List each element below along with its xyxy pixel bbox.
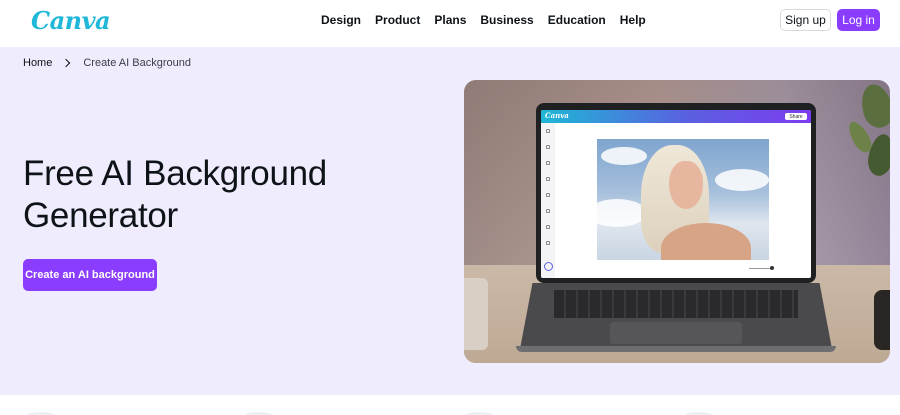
canva-logo[interactable]: Canva (31, 6, 111, 35)
woman-portrait-photo (597, 139, 769, 260)
nav-item-education[interactable]: Education (548, 13, 606, 27)
editor-side-toolbar (541, 123, 555, 278)
tool-icon (546, 241, 550, 245)
nav-item-product[interactable]: Product (375, 13, 420, 27)
tool-icon (546, 209, 550, 213)
chevron-right-icon (62, 58, 71, 68)
laptop-screen: Canva Share (541, 110, 811, 278)
main-nav: Design Product Plans Business Education … (321, 13, 646, 27)
cloud (601, 147, 647, 165)
editor-logo: Canva (545, 111, 569, 120)
tool-icon (546, 129, 550, 133)
laptop-trackpad (610, 322, 742, 344)
editor-top-bar: Canva Share (541, 110, 811, 123)
bottle (874, 290, 890, 350)
editor-share-button: Share (785, 113, 807, 120)
sign-up-button[interactable]: Sign up (780, 9, 831, 31)
create-ai-background-button[interactable]: Create an AI background (23, 259, 157, 291)
tool-icon (546, 225, 550, 229)
nav-item-design[interactable]: Design (321, 13, 361, 27)
tool-icon (546, 177, 550, 181)
nav-item-business[interactable]: Business (480, 13, 533, 27)
hero-section: Home Create AI Background Free AI Backgr… (0, 47, 900, 395)
breadcrumb: Home Create AI Background (23, 57, 191, 69)
mug (464, 278, 488, 350)
nav-item-help[interactable]: Help (620, 13, 646, 27)
help-icon (544, 262, 553, 271)
cloud (597, 199, 647, 227)
breadcrumb-current: Create AI Background (83, 57, 191, 69)
hero-image-laptop: Canva Share (464, 80, 890, 363)
laptop-front-edge (516, 346, 836, 352)
nav-item-plans[interactable]: Plans (434, 13, 466, 27)
face (669, 161, 703, 209)
zoom-slider-knob (770, 266, 774, 270)
page-title: Free AI Background Generator (23, 154, 327, 235)
tool-icon (546, 145, 550, 149)
log-in-button[interactable]: Log in (837, 9, 880, 31)
top-navbar: Canva Design Product Plans Business Educ… (0, 0, 900, 47)
tool-icon (546, 161, 550, 165)
cloud (715, 169, 769, 191)
below-hero-strip (0, 395, 900, 415)
tool-icon (546, 193, 550, 197)
breadcrumb-home-link[interactable]: Home (23, 57, 52, 69)
laptop-keyboard (554, 290, 798, 318)
